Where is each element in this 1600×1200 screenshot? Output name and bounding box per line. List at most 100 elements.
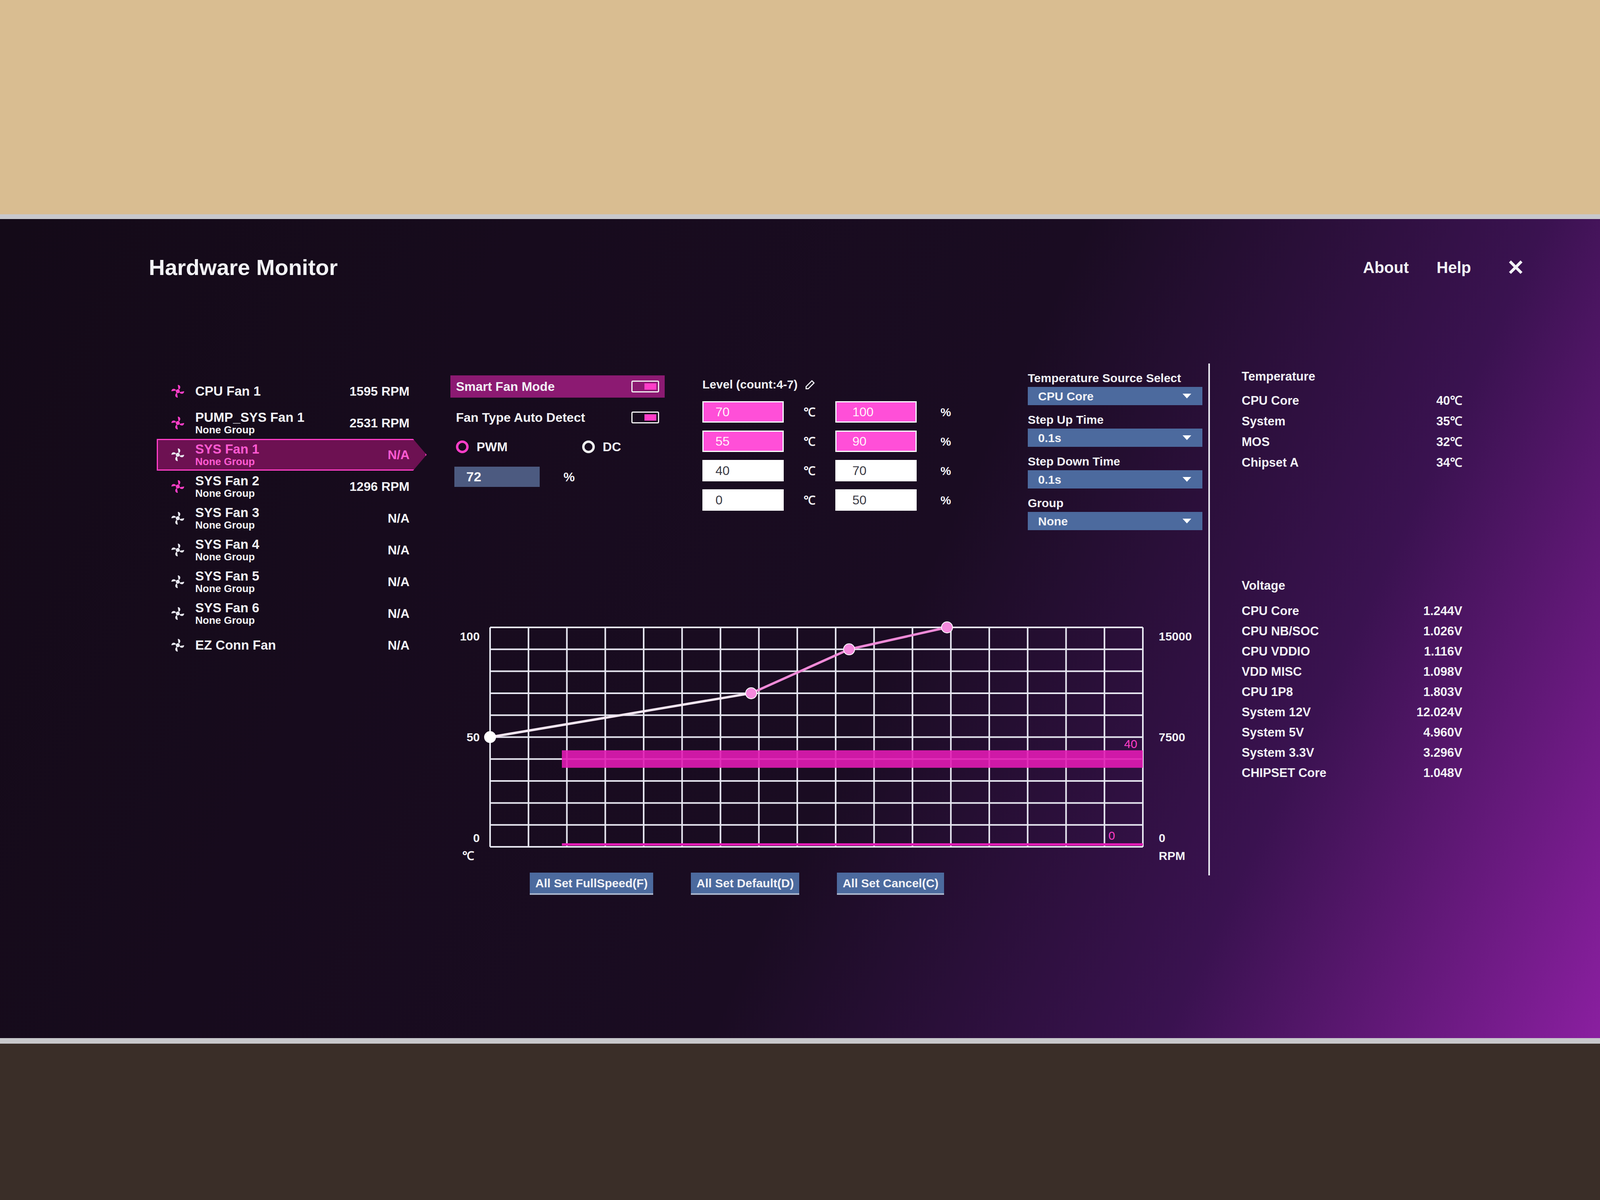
level-percent-field[interactable]: 90: [835, 430, 917, 452]
curve-point[interactable]: [484, 731, 496, 743]
fan-rpm: N/A: [387, 603, 410, 624]
fan-name: SYS Fan 2: [195, 474, 341, 489]
level-row: 40℃70%: [702, 459, 977, 482]
level-temp-field[interactable]: 0: [702, 489, 784, 511]
rpm-line: [561, 843, 1143, 846]
fan-group: None Group: [195, 424, 341, 436]
curve-point[interactable]: [941, 621, 953, 633]
fan-item[interactable]: PUMP_SYS Fan 1None Group2531 RPM: [156, 407, 427, 439]
header-link[interactable]: Help: [1436, 255, 1472, 280]
level-temp-field[interactable]: 55: [702, 430, 784, 452]
temperature-row: MOS32℃: [1241, 432, 1463, 453]
fan-icon: [169, 383, 186, 400]
fan-type-auto-detect[interactable]: Fan Type Auto Detect: [450, 407, 665, 427]
fan-item[interactable]: SYS Fan 4None Group N/A: [156, 534, 427, 566]
chart-area: 100500℃4001500075000RPM: [450, 627, 1205, 865]
curve-point[interactable]: [745, 687, 757, 699]
action-button[interactable]: All Set Cancel(C): [836, 872, 945, 895]
fan-rpm: N/A: [387, 540, 410, 560]
fan-mode-panel: Smart Fan Mode Fan Type Auto Detect PWM DC 7…: [450, 375, 665, 531]
radio-icon[interactable]: [582, 440, 595, 454]
fan-percent-field[interactable]: 72: [454, 466, 540, 487]
settings-top: Smart Fan Mode Fan Type Auto Detect PWM DC 7…: [450, 375, 1205, 531]
header-links: About Help ✕: [1363, 251, 1525, 284]
voltage-row: CPU VDDIO1.116V: [1241, 641, 1463, 662]
fan-name: SYS Fan 1: [195, 442, 379, 457]
fan-item[interactable]: SYS Fan 6None GroupN/A: [156, 597, 427, 630]
level-percent-field[interactable]: 50: [835, 489, 917, 511]
temperature-row: Chipset A34℃: [1241, 452, 1463, 474]
fan-group: None Group: [195, 519, 379, 531]
fan-type-option[interactable]: DC: [582, 437, 622, 457]
radio-icon[interactable]: [455, 440, 469, 454]
level-row: 70℃100%: [702, 401, 977, 423]
fan-type-option[interactable]: PWM: [455, 437, 508, 457]
fan-group: None Group: [195, 488, 341, 499]
fan-item[interactable]: SYS Fan 1None GroupN/A: [156, 438, 427, 471]
level-percent-field[interactable]: 70: [835, 459, 917, 482]
fan-item[interactable]: SYS Fan 2None Group1296 RPM: [156, 470, 427, 503]
toggle-switch[interactable]: [631, 411, 660, 424]
level-percent-field[interactable]: 100: [835, 401, 917, 423]
header-link[interactable]: About: [1363, 255, 1410, 280]
fan-item[interactable]: SYS Fan 3None GroupN/A: [156, 502, 427, 535]
voltage-row: CHIPSET Core1.048V: [1241, 763, 1463, 784]
level-temp-field[interactable]: 70: [702, 401, 784, 423]
dropdown-arrow-icon: [1181, 517, 1193, 525]
smart-fan-mode[interactable]: Smart Fan Mode: [450, 375, 665, 398]
fan-rpm: N/A: [387, 508, 410, 528]
edit-icon[interactable]: [803, 378, 817, 391]
fan-item[interactable]: CPU Fan 11595 RPM: [156, 375, 427, 408]
fan-name: SYS Fan 4: [195, 537, 379, 552]
levels-header[interactable]: Level (count:4-7): [702, 375, 977, 394]
fan-settings: Smart Fan Mode Fan Type Auto Detect PWM DC 7…: [450, 375, 1205, 895]
voltage-row: CPU NB/SOC1.026V: [1241, 621, 1463, 642]
window-title: Hardware Monitor: [148, 250, 338, 285]
select-dropdown[interactable]: 0.1s: [1027, 428, 1203, 447]
fan-name: SYS Fan 6: [195, 601, 379, 616]
action-button[interactable]: All Set Default(D): [690, 872, 800, 895]
chart-right-axis: 1500075000RPM: [1158, 627, 1192, 865]
fan-rpm: 1595 RPM: [349, 381, 410, 401]
fan-rpm: N/A: [387, 572, 410, 592]
select-field: Step Down Time0.1s: [1027, 452, 1203, 489]
section-title: Voltage: [1241, 576, 1463, 596]
fan-group: None Group: [195, 583, 379, 595]
select-dropdown[interactable]: None: [1027, 511, 1203, 531]
fan-group: None Group: [195, 456, 379, 468]
select-dropdown[interactable]: CPU Core: [1027, 386, 1203, 406]
temperature-section: TemperatureCPU Core40℃System35℃MOS32℃Chi…: [1241, 367, 1463, 474]
voltage-row: System 12V12.024V: [1241, 702, 1463, 723]
fan-icon: [169, 415, 186, 431]
fan-curve-chart[interactable]: 400: [490, 627, 1143, 847]
level-temp-field[interactable]: 40: [702, 459, 784, 482]
levels-panel: Level (count:4-7)70℃100%55℃90%40℃70%0℃50…: [702, 375, 977, 531]
fan-group: None Group: [195, 551, 379, 563]
temperature-row: CPU Core40℃: [1241, 390, 1463, 412]
temperature-row: System35℃: [1241, 411, 1463, 433]
fan-icon: [169, 478, 186, 495]
fan-icon: [169, 637, 186, 654]
select-label: Temperature Source Select: [1027, 369, 1203, 387]
sensor-panel: TemperatureCPU Core40℃System35℃MOS32℃Chi…: [1208, 363, 1463, 876]
select-dropdown[interactable]: 0.1s: [1027, 470, 1203, 489]
fan-icon: [169, 510, 186, 527]
fan-name: EZ Conn Fan: [195, 638, 379, 653]
curve-point[interactable]: [843, 643, 855, 655]
button-row: All Set FullSpeed(F) All Set Default(D) Al…: [529, 872, 1205, 895]
voltage-row: CPU Core1.244V: [1241, 601, 1463, 622]
fan-item[interactable]: EZ Conn FanN/A: [156, 629, 427, 662]
fan-rpm: 2531 RPM: [349, 413, 410, 433]
close-button[interactable]: ✕: [1506, 251, 1525, 284]
fan-name: SYS Fan 5: [195, 569, 379, 584]
monitor-screen: Hardware Monitor About Help ✕ CPU Fan 11595 …: [0, 214, 1600, 1044]
axis-tick: 0: [473, 828, 480, 847]
toggle-switch[interactable]: [631, 380, 660, 393]
axis-tick: 15000: [1158, 627, 1192, 646]
voltage-row: VDD MISC1.098V: [1241, 661, 1463, 683]
fan-type-radios: PWM DC: [450, 437, 665, 457]
select-label: Step Up Time: [1027, 410, 1203, 429]
action-button[interactable]: All Set FullSpeed(F): [529, 872, 654, 895]
header: Hardware Monitor About Help ✕: [148, 250, 1525, 285]
fan-item[interactable]: SYS Fan 5None Group N/A: [156, 565, 427, 598]
